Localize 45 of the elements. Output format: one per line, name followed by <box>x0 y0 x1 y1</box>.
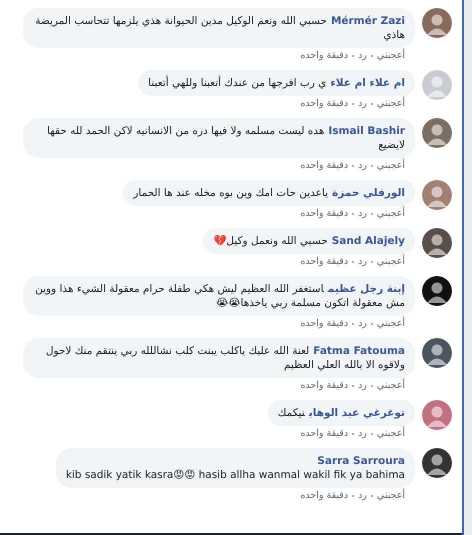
author-name[interactable]: الورفلي حمزة <box>332 187 405 199</box>
author-name[interactable]: Sand Alajely <box>332 235 405 247</box>
reply-link[interactable]: رد <box>358 490 367 502</box>
like-link[interactable]: أعجبني <box>376 208 405 220</box>
author-name[interactable]: Fatma Fatouma <box>313 345 405 357</box>
author-name[interactable]: ام علاء ام علاء <box>330 77 405 89</box>
reply-link[interactable]: رد <box>358 318 367 330</box>
reply-link[interactable]: رد <box>358 208 367 220</box>
like-link[interactable]: أعجبني <box>376 318 405 330</box>
comment-text: kib sadik yatik kasra😡😡 hasib allha wanmal wakil fik ya bahima <box>66 468 405 482</box>
reply-link[interactable]: رد <box>358 256 367 268</box>
timestamp: دقيقة واحده <box>300 318 348 330</box>
timestamp: دقيقة واحده <box>300 50 348 62</box>
reply-link[interactable]: رد <box>358 428 367 440</box>
timestamp: دقيقة واحده <box>300 256 348 268</box>
timestamp: دقيقة واحده <box>300 380 348 392</box>
reply-link[interactable]: رد <box>358 380 367 392</box>
comment-text: ام علاء ام علاء ي رب افرجها من عندك أتعبنا وللهي أتعبنا <box>148 76 405 90</box>
author-name[interactable]: إبنة رجل عظيم <box>328 283 405 295</box>
like-link[interactable]: أعجبني <box>376 50 405 62</box>
reply-link[interactable]: رد <box>358 98 367 110</box>
comment-text: الورفلي حمزة ياعدين حات امك وين بوه مخله عند ها الحمار <box>133 186 405 200</box>
comment-text: إبنة رجل عظيم استغفر الله العظيم ليش هكي طفلة حرام معقولة الشيء هذا ووين مش معقولة اتكون مسلمة ربي ياخذها😭😭 <box>34 282 405 310</box>
author-name[interactable]: Sarra Sarroura <box>66 454 405 468</box>
avatar-icon[interactable] <box>422 448 452 478</box>
reply-link[interactable]: رد <box>358 50 367 62</box>
like-link[interactable]: أعجبني <box>376 490 405 502</box>
like-link[interactable]: أعجبني <box>376 428 405 440</box>
avatar-icon[interactable] <box>422 228 452 258</box>
reply-link[interactable]: رد <box>358 160 367 172</box>
avatar-icon[interactable] <box>422 338 452 368</box>
timestamp: دقيقة واحده <box>300 428 348 440</box>
like-link[interactable]: أعجبني <box>376 98 405 110</box>
timestamp: دقيقة واحده <box>300 490 348 502</box>
comment-text: توغرغي عبد الوهاب نيكمك <box>278 406 405 420</box>
author-name[interactable]: توغرغي عبد الوهاب <box>308 407 405 419</box>
avatar-icon[interactable] <box>422 276 452 306</box>
author-name[interactable]: Ismail Bashir <box>328 125 405 137</box>
author-name[interactable]: Mérmér Zazi <box>330 15 405 27</box>
like-link[interactable]: أعجبني <box>376 256 405 268</box>
timestamp: دقيقة واحده <box>300 160 348 172</box>
like-link[interactable]: أعجبني <box>376 380 405 392</box>
like-link[interactable]: أعجبني <box>376 160 405 172</box>
timestamp: دقيقة واحده <box>300 208 348 220</box>
timestamp: دقيقة واحده <box>300 98 348 110</box>
